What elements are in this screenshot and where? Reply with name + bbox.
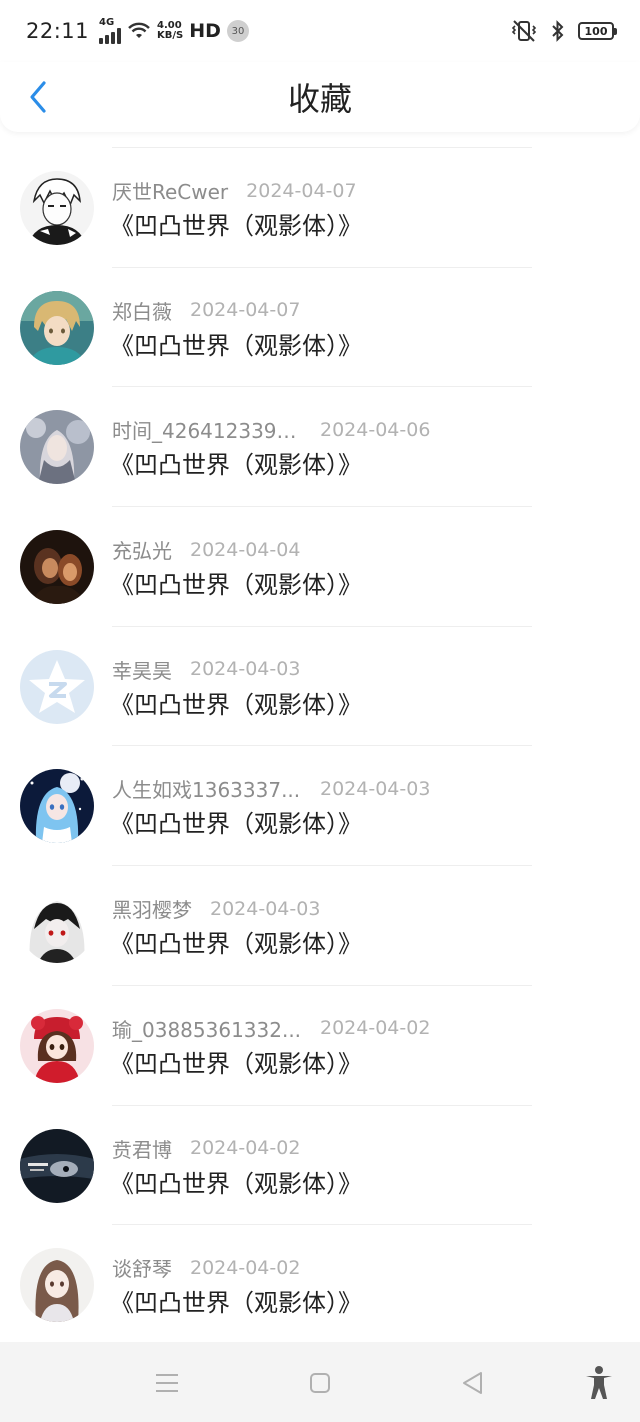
list-item[interactable]: 厌世ReCwer 2024-04-07 《凹凸世界（观影体）》: [0, 148, 640, 268]
avatar[interactable]: [20, 290, 94, 365]
header: 收藏: [0, 62, 640, 132]
item-meta: 黑羽樱梦 2024-04-03: [112, 894, 320, 923]
list-item[interactable]: 贲君博 2024-04-02 《凹凸世界（观影体）》: [0, 1106, 640, 1226]
item-date: 2024-04-03: [210, 897, 321, 920]
list-item[interactable]: 时间_4264123394... 2024-04-06 《凹凸世界（观影体）》: [0, 387, 640, 508]
avatar-fantasy-girl: [20, 410, 94, 485]
list-item[interactable]: 郑白薇 2024-04-07 《凹凸世界（观影体）》: [0, 268, 640, 388]
network-indicator: 4G 4.00 KB/S HD 30: [99, 18, 249, 44]
home-square-icon: [310, 1373, 330, 1393]
list-item[interactable]: 黑羽樱梦 2024-04-03 《凹凸世界（观影体）》: [0, 866, 640, 986]
vibrate-off-icon: [511, 20, 537, 42]
avatar[interactable]: [20, 530, 94, 605]
avatar[interactable]: [20, 410, 94, 485]
avatar-dark-photo: [20, 530, 94, 605]
avatar-manga-boy-bw: [20, 171, 94, 245]
avatar[interactable]: [20, 649, 94, 724]
list-item[interactable]: 谈舒琴 2024-04-02 《凹凸世界（观影体）》: [0, 1225, 640, 1345]
avatar-red-dress-girl: [20, 1008, 94, 1083]
item-date: 2024-04-07: [190, 299, 301, 322]
book-title: 《凹凸世界（观影体）》: [110, 571, 362, 600]
avatar[interactable]: [20, 1248, 94, 1323]
book-title: 《凹凸世界（观影体）》: [110, 930, 362, 959]
user-name: 人生如戏1363337...: [112, 778, 301, 803]
user-name: 黑羽樱梦: [112, 898, 192, 923]
list-item[interactable]: 充弘光 2024-04-04 《凹凸世界（观影体）》: [0, 507, 640, 627]
network-speed: 4.00 KB/S: [157, 21, 183, 41]
avatar[interactable]: [20, 1008, 94, 1083]
list-item[interactable]: 人生如戏1363337... 2024-04-03 《凹凸世界（观影体）》: [0, 746, 640, 867]
book-title: 《凹凸世界（观影体）》: [110, 451, 362, 480]
item-date: 2024-04-02: [190, 1137, 301, 1159]
item-date: 2024-04-07: [246, 179, 357, 202]
battery-icon: 100: [578, 22, 617, 40]
notification-badge: 30: [226, 20, 249, 42]
list-item[interactable]: 瑜_03885361332... 2024-04-02 《凹凸世界（观影体）》: [0, 986, 640, 1106]
item-date: 2024-04-06: [320, 418, 431, 441]
status-time: 22:11: [26, 19, 90, 43]
item-date: 2024-04-02: [320, 1017, 431, 1040]
page-title: 收藏: [287, 80, 352, 118]
chevron-left-icon: [30, 81, 46, 113]
avatar-white-hair-red-eye: [20, 889, 94, 964]
bluetooth-icon: [552, 20, 564, 42]
status-bar: 22:11 4G 4.00 KB/S HD 30 100: [0, 0, 640, 62]
hd-label: HD: [189, 20, 221, 42]
item-meta: 谈舒琴 2024-04-02: [112, 1253, 300, 1282]
accessibility-button[interactable]: [582, 1366, 616, 1400]
user-name: 贲君博: [112, 1137, 172, 1162]
favorites-list: 厌世ReCwer 2024-04-07 《凹凸世界（观影体）》 郑白薇 2024: [0, 148, 640, 1345]
item-meta: 厌世ReCwer 2024-04-07: [112, 176, 357, 205]
avatar-default-star: [20, 649, 94, 724]
back-button[interactable]: [18, 74, 58, 120]
book-title: 《凹凸世界（观影体）》: [110, 690, 362, 719]
favorites-screen: 22:11 4G 4.00 KB/S HD 30 100 收藏 厌世ReCwer…: [0, 0, 640, 1422]
item-meta: 充弘光 2024-04-04: [112, 535, 300, 564]
book-title: 《凹凸世界（观影体）》: [110, 1289, 362, 1318]
user-name: 幸昊昊: [112, 658, 172, 683]
wifi-icon: [128, 22, 150, 38]
item-meta: 幸昊昊 2024-04-03: [112, 655, 300, 684]
avatar-dark-text-art: [20, 1128, 94, 1203]
avatar[interactable]: [20, 769, 94, 844]
item-meta: 时间_4264123394... 2024-04-06: [112, 415, 430, 444]
user-name: 谈舒琴: [112, 1257, 172, 1282]
item-date: 2024-04-03: [190, 658, 301, 681]
user-name: 充弘光: [112, 539, 172, 564]
book-title: 《凹凸世界（观影体）》: [110, 1169, 362, 1198]
back-nav-button[interactable]: [455, 1366, 489, 1400]
avatar-brown-hair-girl: [20, 1248, 94, 1323]
book-title: 《凹凸世界（观影体）》: [110, 810, 362, 839]
speed-unit: KB/S: [157, 30, 184, 41]
item-date: 2024-04-02: [190, 1256, 301, 1279]
menu-button[interactable]: [150, 1366, 184, 1400]
list-item[interactable]: 幸昊昊 2024-04-03 《凹凸世界（观影体）》: [0, 627, 640, 747]
item-date: 2024-04-03: [320, 777, 431, 800]
home-button[interactable]: [303, 1366, 337, 1400]
back-triangle-icon: [463, 1372, 482, 1394]
user-name: 瑜_03885361332...: [112, 1017, 302, 1042]
signal-icon: [99, 28, 122, 44]
avatar-anime-blonde-boy: [20, 290, 94, 365]
system-nav-bar: [0, 1342, 640, 1422]
avatar-blue-hair-girl: [20, 769, 94, 844]
item-meta: 人生如戏1363337... 2024-04-03: [112, 774, 430, 803]
item-meta: 瑜_03885361332... 2024-04-02: [112, 1014, 430, 1043]
user-name: 时间_4264123394...: [112, 419, 302, 444]
book-title: 《凹凸世界（观影体）》: [110, 1049, 362, 1078]
accessibility-icon: [586, 1366, 612, 1399]
avatar[interactable]: [20, 171, 94, 245]
user-name: 厌世ReCwer: [112, 180, 229, 204]
book-title: 《凹凸世界（观影体）》: [110, 331, 362, 360]
user-name: 郑白薇: [112, 299, 172, 324]
menu-icon: [156, 1374, 178, 1392]
book-title: 《凹凸世界（观影体）》: [110, 212, 362, 240]
avatar[interactable]: [20, 1128, 94, 1203]
item-date: 2024-04-04: [190, 538, 301, 561]
avatar[interactable]: [20, 889, 94, 964]
item-meta: 贲君博 2024-04-02: [112, 1134, 300, 1163]
item-meta: 郑白薇 2024-04-07: [112, 296, 300, 325]
network-type: 4G: [99, 17, 115, 28]
